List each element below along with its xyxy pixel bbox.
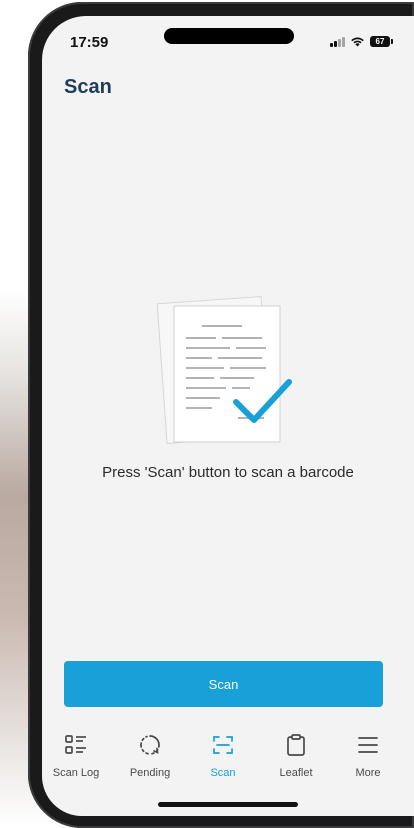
- battery-icon: 67: [370, 36, 393, 47]
- pending-icon: [115, 732, 185, 758]
- scan-icon: [188, 732, 258, 758]
- tab-bar: Scan Log Pending Scan Leaflet More: [42, 732, 414, 792]
- scan-button[interactable]: Scan: [64, 661, 383, 707]
- home-indicator: [158, 802, 298, 807]
- tab-scan[interactable]: Scan: [188, 732, 258, 779]
- tab-label: Scan: [210, 767, 236, 779]
- documents-checkmark-icon: [154, 290, 294, 450]
- tab-label: Pending: [129, 767, 171, 779]
- tab-more[interactable]: More: [333, 732, 403, 779]
- tab-scan-log[interactable]: Scan Log: [42, 732, 111, 779]
- empty-state-message: Press 'Scan' button to scan a barcode: [102, 464, 354, 481]
- leaflet-icon: [261, 732, 331, 758]
- page-title: Scan: [64, 76, 112, 98]
- dynamic-island: [164, 28, 294, 44]
- app-screen: 17:59 67 Scan Press 'Scan' button to sca…: [42, 16, 414, 816]
- signal-icon: [330, 36, 345, 47]
- tab-label: Scan Log: [52, 767, 100, 779]
- menu-icon: [333, 732, 403, 758]
- scan-log-icon: [42, 732, 111, 758]
- status-icons: 67: [330, 36, 393, 47]
- status-bar: 17:59 67: [42, 16, 414, 70]
- tab-leaflet[interactable]: Leaflet: [261, 732, 331, 779]
- tab-label: Leaflet: [279, 767, 313, 779]
- tab-pending[interactable]: Pending: [115, 732, 185, 779]
- wifi-icon: [350, 36, 365, 47]
- status-time: 17:59: [70, 34, 109, 51]
- tab-label: More: [355, 767, 381, 779]
